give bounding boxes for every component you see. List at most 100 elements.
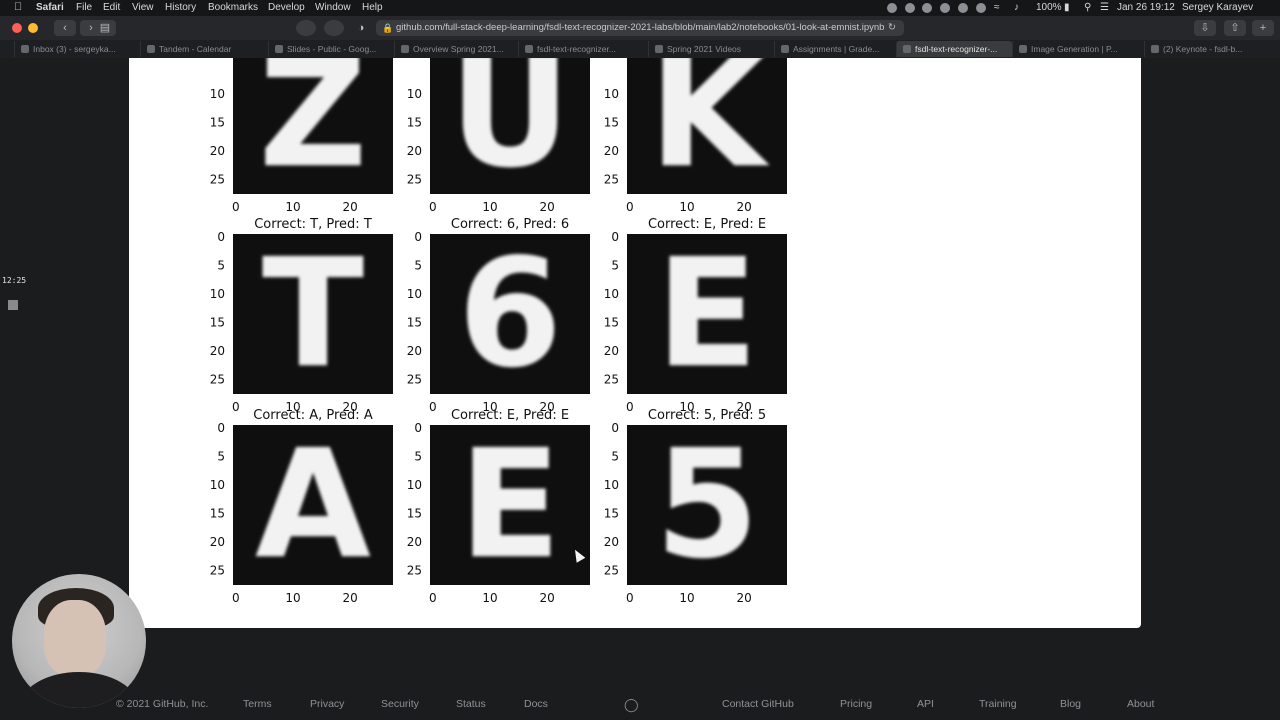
handwritten-glyph: A: [255, 418, 371, 592]
tab-inbox[interactable]: Inbox (3) - sergeyka...: [14, 41, 140, 57]
volume-icon[interactable]: ♪: [1014, 2, 1019, 13]
tab-active-notebook[interactable]: fsdl-text-recognizer-...: [896, 41, 1012, 57]
reload-icon[interactable]: ↻: [888, 20, 896, 36]
address-bar-url: github.com/full-stack-deep-learning/fsdl…: [396, 22, 885, 33]
x-tick-label: 0: [429, 200, 437, 214]
y-tick-label: 25: [604, 173, 619, 187]
minimize-window-button[interactable]: [28, 23, 38, 33]
footer-link-about[interactable]: About: [1127, 698, 1154, 710]
x-tick-label: 0: [232, 400, 240, 414]
tab-github-repo[interactable]: fsdl-text-recognizer...: [518, 41, 648, 57]
subplot-title: Correct: 6, Pred: 6: [451, 217, 569, 232]
footer-link-docs[interactable]: Docs: [524, 698, 548, 710]
tab-assignments[interactable]: Assignments | Grade...: [774, 41, 896, 57]
extension-icon[interactable]: [324, 20, 344, 36]
back-button[interactable]: ‹: [54, 20, 76, 36]
browser-toolbar: ‹ › ▤ ◑ 🔒 github.com/full-stack-deep-lea…: [0, 16, 1280, 40]
y-tick-label: 25: [407, 373, 422, 387]
emnist-prediction-figure: Z101520250 10 20U101520250 10 20K101520250 10…: [210, 58, 787, 605]
tab-slides[interactable]: Slides - Public - Goog...: [268, 41, 394, 57]
status-dot-icon[interactable]: [922, 3, 932, 13]
footer-link-privacy[interactable]: Privacy: [310, 698, 344, 710]
subplot-title: Correct: T, Pred: T: [254, 217, 372, 232]
macos-menu-bar:  Safari File Edit View History Bookmark…: [0, 0, 1280, 16]
handwritten-glyph: Z: [259, 58, 368, 201]
tab-keynote[interactable]: (2) Keynote - fsdl-b...: [1144, 41, 1280, 57]
tab-label: Overview Spring 2021...: [413, 44, 504, 54]
y-tick-label: 10: [210, 87, 225, 101]
apple-menu-icon[interactable]: : [14, 1, 22, 13]
subplot-title: Correct: E, Pred: E: [451, 408, 569, 423]
y-tick-label: 20: [407, 535, 422, 549]
battery-icon[interactable]: ▮: [1064, 2, 1070, 13]
downloads-icon[interactable]: ⇩: [1194, 20, 1216, 36]
address-bar[interactable]: 🔒 github.com/full-stack-deep-learning/fs…: [376, 20, 904, 36]
x-tick-label: 20: [343, 200, 358, 214]
footer-link-security[interactable]: Security: [381, 698, 419, 710]
footer-link-status[interactable]: Status: [456, 698, 486, 710]
status-dot-icon[interactable]: [905, 3, 915, 13]
footer-link-api[interactable]: API: [917, 698, 934, 710]
y-tick-label: 10: [407, 478, 422, 492]
menu-window[interactable]: Window: [315, 2, 351, 13]
status-dot-icon[interactable]: [887, 3, 897, 13]
webcam-face: [44, 600, 106, 676]
handwritten-glyph: U: [449, 58, 571, 201]
x-tick-label: 10: [482, 591, 497, 605]
y-tick-label: 0: [217, 230, 225, 244]
menu-app-name[interactable]: Safari: [36, 2, 64, 13]
tab-image-generation[interactable]: Image Generation | P...: [1012, 41, 1144, 57]
tab-calendar[interactable]: Tandem - Calendar: [140, 41, 268, 57]
wifi-icon[interactable]: ≈: [994, 2, 1000, 13]
menu-user-name[interactable]: Sergey Karayev: [1182, 2, 1253, 13]
github-logo-icon[interactable]: ◯: [624, 697, 639, 713]
subplot-panel: E05101520250 10 20Correct: E, Pred: E: [604, 217, 787, 414]
control-center-icon[interactable]: ☰: [1100, 2, 1109, 13]
menu-clock[interactable]: Jan 26 19:12: [1117, 2, 1175, 13]
y-tick-label: 15: [604, 316, 619, 330]
y-tick-label: 20: [210, 144, 225, 158]
x-tick-label: 10: [679, 200, 694, 214]
footer-link-terms[interactable]: Terms: [243, 698, 272, 710]
handwritten-glyph: E: [656, 227, 758, 401]
menu-view[interactable]: View: [132, 2, 154, 13]
status-dot-icon[interactable]: [940, 3, 950, 13]
y-tick-label: 25: [210, 373, 225, 387]
menu-help[interactable]: Help: [362, 2, 383, 13]
close-window-button[interactable]: [12, 23, 22, 33]
y-tick-label: 20: [210, 344, 225, 358]
menu-file[interactable]: File: [76, 2, 92, 13]
tab-videos[interactable]: Spring 2021 Videos: [648, 41, 774, 57]
privacy-shield-icon[interactable]: ◑: [352, 20, 370, 36]
y-tick-label: 25: [407, 173, 422, 187]
floating-timer: 12:25: [2, 276, 27, 285]
x-tick-label: 20: [540, 591, 555, 605]
x-tick-label: 20: [343, 591, 358, 605]
y-tick-label: 5: [611, 258, 619, 272]
footer-link-training[interactable]: Training: [979, 698, 1017, 710]
menu-edit[interactable]: Edit: [103, 2, 120, 13]
footer-copyright: © 2021 GitHub, Inc.: [116, 698, 209, 710]
github-footer: © 2021 GitHub, Inc. Terms Privacy Securi…: [0, 696, 1280, 714]
menu-develop[interactable]: Develop: [268, 2, 305, 13]
footer-link-blog[interactable]: Blog: [1060, 698, 1081, 710]
tab-overview[interactable]: Overview Spring 2021...: [394, 41, 518, 57]
footer-link-pricing[interactable]: Pricing: [840, 698, 872, 710]
tab-label: Slides - Public - Goog...: [287, 44, 377, 54]
status-dot-icon[interactable]: [976, 3, 986, 13]
share-icon[interactable]: ⇧: [1224, 20, 1246, 36]
search-icon[interactable]: ⚲: [1084, 2, 1091, 13]
x-tick-label: 0: [626, 591, 634, 605]
x-tick-label: 0: [429, 591, 437, 605]
footer-link-contact[interactable]: Contact GitHub: [722, 698, 794, 710]
sidebar-toggle-icon[interactable]: ▤: [94, 20, 116, 36]
new-tab-icon[interactable]: +: [1252, 20, 1274, 36]
extension-icon[interactable]: [296, 20, 316, 36]
menu-bookmarks[interactable]: Bookmarks: [208, 2, 258, 13]
gradescope-icon: [781, 45, 789, 53]
handwritten-glyph: 6: [458, 227, 562, 401]
status-dot-icon[interactable]: [958, 3, 968, 13]
subplot-panel: A 0 5 10 15 20 25 0 10 20 Correct: A, Pred: A: [210, 408, 393, 605]
floating-widget-icon[interactable]: [8, 300, 18, 310]
menu-history[interactable]: History: [165, 2, 196, 13]
